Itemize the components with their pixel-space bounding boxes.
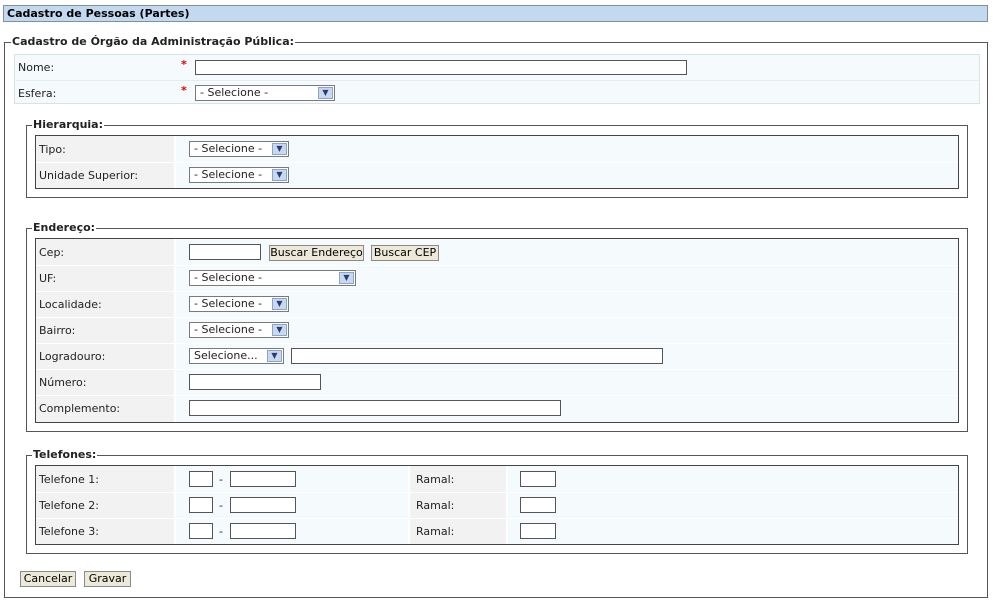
numero-label: Número: [39, 376, 87, 389]
ramal-1-label: Ramal: [416, 473, 455, 486]
uf-selected: - Selecione - [194, 271, 263, 284]
tipo-select[interactable]: - Selecione - ▼ [189, 141, 289, 157]
cep-input[interactable] [189, 244, 261, 260]
page-title: Cadastro de Pessoas (Partes) [3, 5, 988, 22]
unidade-superior-selected: - Selecione - [194, 168, 263, 181]
localidade-select[interactable]: - Selecione - ▼ [189, 296, 289, 312]
cep-label: Cep: [39, 246, 65, 259]
chevron-down-icon[interactable]: ▼ [267, 350, 282, 362]
hierarquia-legend: Hierarquia: [32, 118, 105, 131]
telefone-2-separator: - [219, 499, 223, 512]
endereco-legend: Endereço: [32, 221, 97, 234]
telefone-1-separator: - [219, 473, 223, 486]
localidade-selected: - Selecione - [194, 297, 263, 310]
telefone-3-ddd-input[interactable] [189, 523, 213, 539]
telefones-legend: Telefones: [32, 448, 98, 461]
buscar-cep-button[interactable]: Buscar CEP [371, 245, 439, 261]
telefone-3-separator: - [219, 525, 223, 538]
chevron-down-icon[interactable]: ▼ [272, 169, 287, 181]
numero-input[interactable] [189, 374, 321, 390]
unidade-superior-label: Unidade Superior: [39, 169, 139, 182]
chevron-down-icon[interactable]: ▼ [318, 87, 333, 99]
telefone-1-label: Telefone 1: [39, 473, 99, 486]
tipo-label: Tipo: [39, 143, 66, 156]
telefone-2-label: Telefone 2: [39, 499, 99, 512]
logradouro-selected: Selecione... [194, 349, 258, 362]
cancelar-button[interactable]: Cancelar [20, 571, 76, 587]
unidade-superior-select[interactable]: - Selecione - ▼ [189, 167, 289, 183]
complemento-label: Complemento: [39, 402, 121, 415]
esfera-label: Esfera: [18, 87, 57, 100]
logradouro-label: Logradouro: [39, 350, 106, 363]
form-legend: Cadastro de Órgão da Administração Públi… [11, 35, 296, 48]
ramal-3-input[interactable] [520, 523, 556, 539]
telefone-3-label: Telefone 3: [39, 525, 99, 538]
esfera-select[interactable]: - Selecione - ▼ [195, 85, 335, 101]
tipo-selected: - Selecione - [194, 142, 263, 155]
logradouro-input[interactable] [291, 348, 663, 364]
logradouro-type-select[interactable]: Selecione... ▼ [189, 348, 284, 364]
chevron-down-icon[interactable]: ▼ [272, 298, 287, 310]
telefone-1-ddd-input[interactable] [189, 471, 213, 487]
uf-label: UF: [39, 272, 57, 285]
telefone-2-number-input[interactable] [230, 497, 296, 513]
bairro-label: Bairro: [39, 324, 76, 337]
ramal-2-label: Ramal: [416, 499, 455, 512]
ramal-1-input[interactable] [520, 471, 556, 487]
localidade-label: Localidade: [39, 298, 102, 311]
bairro-selected: - Selecione - [194, 323, 263, 336]
esfera-selected: - Selecione - [200, 86, 269, 99]
uf-select[interactable]: - Selecione - ▼ [189, 270, 356, 286]
gravar-button[interactable]: Gravar [84, 571, 131, 587]
bairro-select[interactable]: - Selecione - ▼ [189, 322, 289, 338]
chevron-down-icon[interactable]: ▼ [272, 143, 287, 155]
ramal-3-label: Ramal: [416, 525, 455, 538]
chevron-down-icon[interactable]: ▼ [339, 272, 354, 284]
complemento-input[interactable] [189, 400, 561, 416]
ramal-2-input[interactable] [520, 497, 556, 513]
telefone-2-ddd-input[interactable] [189, 497, 213, 513]
nome-label: Nome: [18, 61, 55, 74]
esfera-required-mark: * [181, 84, 187, 97]
buscar-endereco-button[interactable]: Buscar Endereço [269, 245, 364, 261]
chevron-down-icon[interactable]: ▼ [272, 324, 287, 336]
nome-input[interactable] [195, 60, 687, 75]
telefone-1-number-input[interactable] [230, 471, 296, 487]
nome-required-mark: * [181, 58, 187, 71]
telefone-3-number-input[interactable] [230, 523, 296, 539]
